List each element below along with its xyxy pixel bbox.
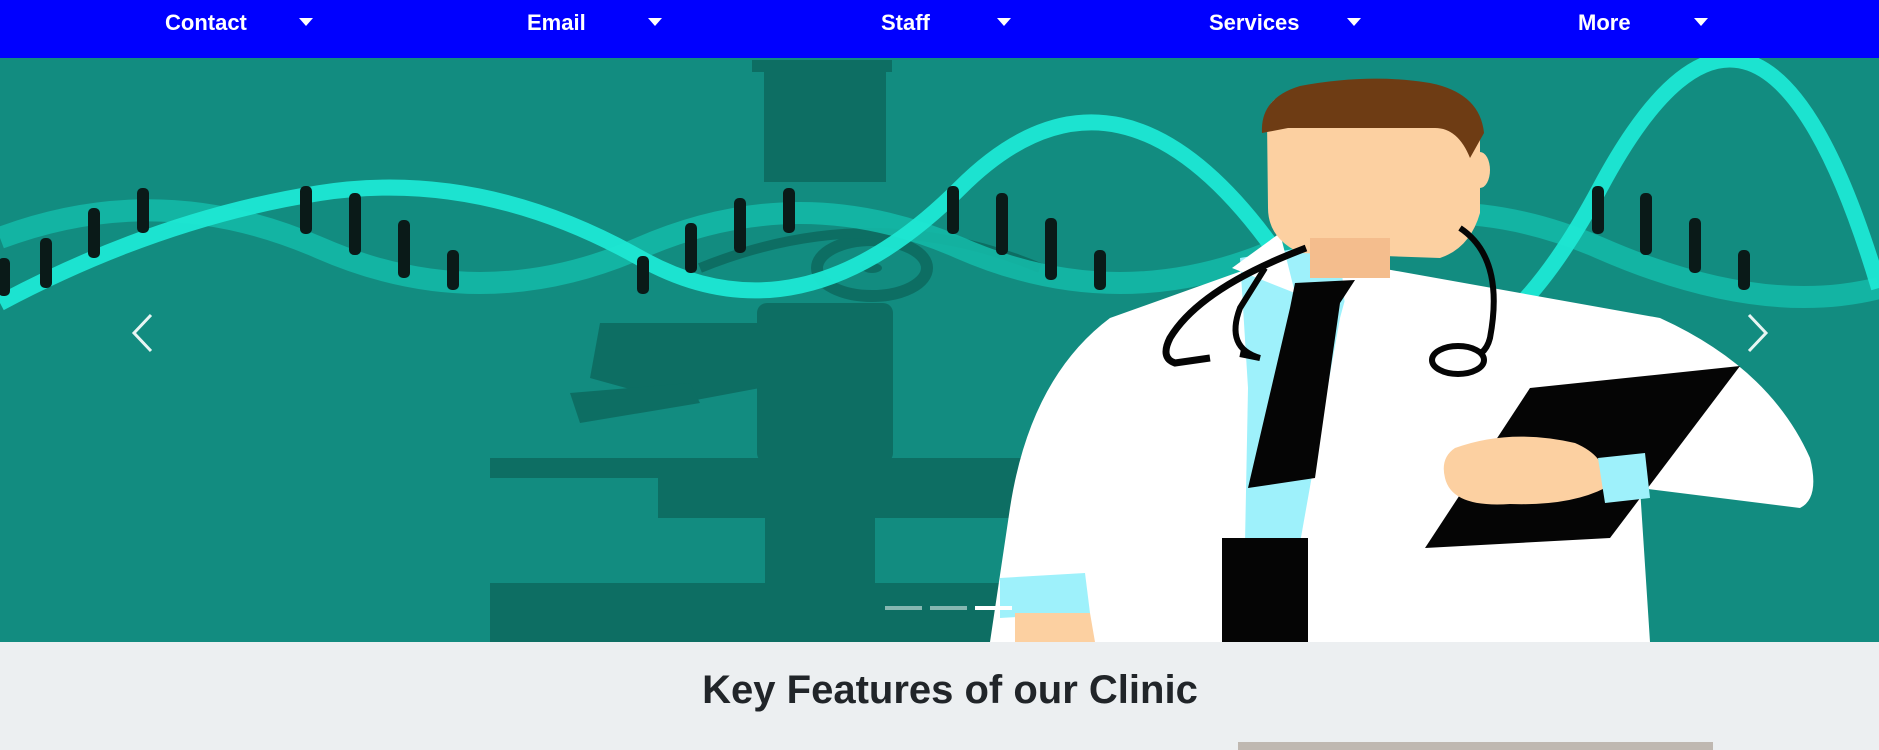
nav-item-email[interactable]: Email: [527, 0, 662, 45]
carousel-prev-button[interactable]: [122, 308, 162, 358]
nav-item-label: Staff: [881, 9, 930, 35]
top-navbar: Contact Email Staff Services More: [0, 0, 1879, 58]
caret-down-icon: [997, 18, 1011, 26]
doctor-illustration: [0, 58, 1879, 642]
carousel-next-button[interactable]: [1738, 308, 1778, 358]
caret-down-icon: [648, 18, 662, 26]
hero-carousel: [0, 58, 1879, 642]
chevron-right-icon: [1747, 313, 1769, 353]
carousel-indicator-2[interactable]: [930, 606, 967, 610]
nav-item-services[interactable]: Services: [1209, 0, 1361, 45]
chevron-left-icon: [131, 313, 153, 353]
features-heading: Key Features of our Clinic: [702, 668, 1198, 712]
carousel-indicator-1[interactable]: [885, 606, 922, 610]
feature-image: [1238, 742, 1713, 750]
caret-down-icon: [299, 18, 313, 26]
carousel-indicators: [885, 606, 1012, 610]
nav-item-label: Contact: [165, 9, 247, 35]
nav-item-more[interactable]: More: [1578, 0, 1708, 45]
nav-item-label: Email: [527, 9, 586, 35]
nav-item-staff[interactable]: Staff: [881, 0, 1011, 45]
nav-item-label: More: [1578, 9, 1631, 35]
caret-down-icon: [1347, 18, 1361, 26]
carousel-indicator-3[interactable]: [975, 606, 1012, 610]
caret-down-icon: [1694, 18, 1708, 26]
nav-item-contact[interactable]: Contact: [165, 0, 313, 45]
nav-item-label: Services: [1209, 9, 1300, 35]
